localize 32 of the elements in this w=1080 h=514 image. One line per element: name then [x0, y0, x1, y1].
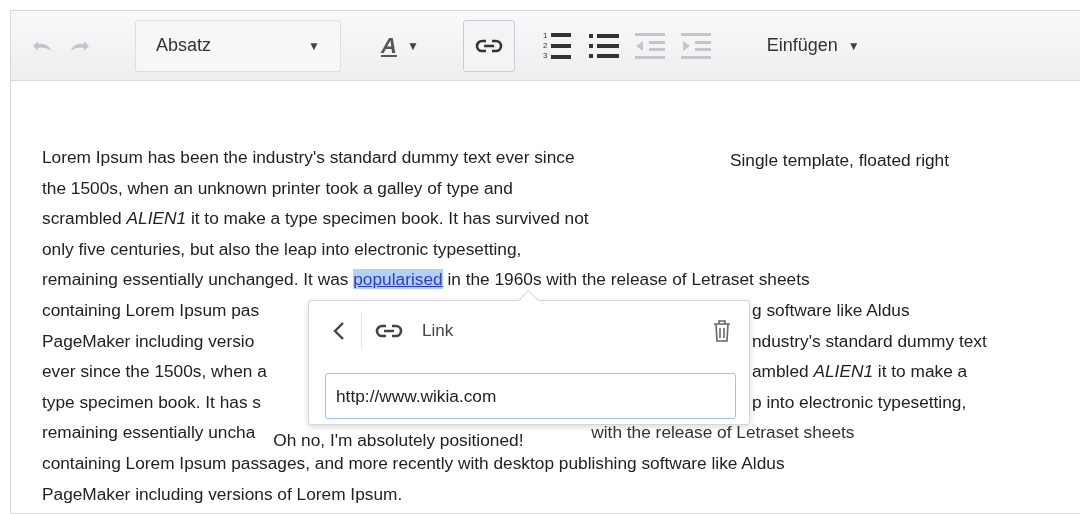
link-icon	[474, 37, 503, 54]
paragraph-line: ndustry's standard dummy text	[752, 329, 987, 353]
popup-title: Link	[422, 321, 454, 341]
link-icon	[374, 323, 404, 339]
text-link[interactable]: popularised	[353, 269, 443, 290]
paragraph-line: the 1500s, when an unknown printer took a galley of type and	[42, 176, 514, 200]
insert-menu[interactable]: Einfügen ▼	[766, 35, 860, 56]
paragraph-line: PageMaker including versions of Lorem Ipsum.	[42, 482, 404, 506]
paragraph-dropdown[interactable]: Absatz ▼	[135, 19, 341, 72]
paragraph-line: Lorem Ipsum has been the industry's standard dummy text ever since	[42, 146, 576, 169]
paragraph-line: ever since the 1500s, when a	[42, 360, 267, 384]
paragraph-line: remaining essentially uncha	[42, 421, 256, 445]
paragraph-line: p into electronic typesetting,	[752, 390, 967, 414]
paragraph-line: with the release of Letraset sheets	[591, 421, 855, 445]
paragraph-line: scrambled ALIEN1 it to make a type specimen book. It has survived not	[42, 207, 590, 231]
redo-arrow-icon	[69, 38, 91, 53]
paragraph-line: g software like Aldus	[752, 298, 910, 322]
text-color-button[interactable]: A ▼	[381, 32, 419, 59]
paragraph-line: containing Lorem Ipsum pas	[42, 298, 260, 322]
paragraph-line: remaining essentially unchanged. It was popularised in the 1960s with the release of Letraset sheets	[42, 268, 811, 292]
url-input-field[interactable]: http://www.wikia.com	[325, 373, 736, 419]
delete-icon[interactable]	[713, 320, 731, 342]
floated-note: Single template, floated right	[730, 149, 951, 172]
paragraph-line: only five centuries, but also the leap into electronic typesetting,	[42, 237, 523, 261]
link-button[interactable]	[462, 19, 515, 72]
paragraph-line: ambled ALIEN1 it to make a	[752, 360, 968, 384]
positioned-text: Oh no, I'm absolutely positioned!	[272, 429, 525, 453]
paragraph-line: type specimen book. It has s	[42, 390, 261, 414]
paragraph-line: containing Lorem Ipsum passages, and more recently with desktop publishing software like Aldus	[42, 451, 786, 475]
back-icon[interactable]	[333, 321, 345, 341]
numbered-list-button[interactable]: 1 2 3	[540, 25, 573, 66]
paragraph-line: PageMaker including versio	[42, 329, 255, 353]
